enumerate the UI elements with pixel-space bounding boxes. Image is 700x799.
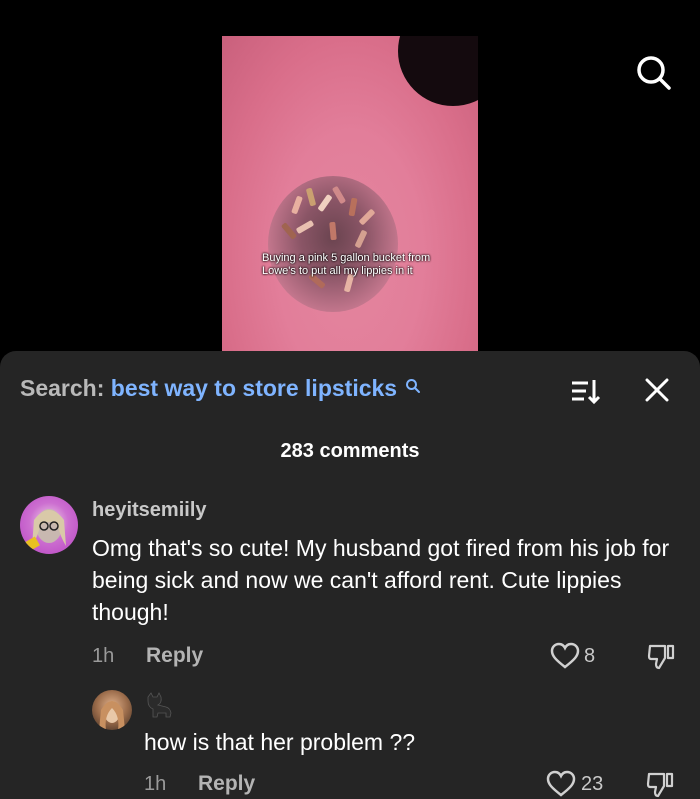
video-thumbnail[interactable]: Buying a pink 5 gallon bucket from Lowe'… xyxy=(222,36,478,352)
avatar[interactable] xyxy=(92,690,132,730)
comment-time: 1h xyxy=(92,645,115,667)
video-area: Buying a pink 5 gallon bucket from Lowe'… xyxy=(0,0,700,352)
video-caption: Buying a pink 5 gallon bucket from Lowe'… xyxy=(262,252,431,277)
sort-icon[interactable] xyxy=(569,376,601,406)
avatar-portrait xyxy=(99,701,125,730)
cat-icon[interactable] xyxy=(144,691,174,719)
comment-count: 283 comments xyxy=(280,440,420,462)
reply-button[interactable]: Reply xyxy=(146,644,203,668)
search-query-link[interactable]: best way to store lipsticks xyxy=(111,375,397,401)
avatar[interactable] xyxy=(20,496,78,554)
search-icon[interactable] xyxy=(636,55,672,91)
bucket-interior xyxy=(268,176,398,312)
heart-icon[interactable] xyxy=(550,642,580,670)
dislike-icon[interactable] xyxy=(647,642,675,670)
reply-time: 1h xyxy=(144,773,167,795)
search-suggestion[interactable]: Search: best way to store lipsticks xyxy=(20,375,421,402)
thumbnail-shadow xyxy=(398,36,478,106)
dislike-icon[interactable] xyxy=(646,770,674,798)
avatar-portrait xyxy=(22,509,66,553)
like-count: 8 xyxy=(584,645,596,667)
search-label: Search: xyxy=(20,375,105,401)
search-mini-icon xyxy=(406,379,421,393)
comment-text: Omg that's so cute! My husband got fired… xyxy=(92,535,670,625)
reply-text: how is that her problem ?? xyxy=(144,729,416,755)
comment-username[interactable]: heyitsemiily xyxy=(92,499,207,522)
reply-button[interactable]: Reply xyxy=(198,772,255,796)
heart-icon[interactable] xyxy=(546,770,576,798)
close-icon[interactable] xyxy=(643,376,671,404)
like-count: 23 xyxy=(581,773,604,795)
